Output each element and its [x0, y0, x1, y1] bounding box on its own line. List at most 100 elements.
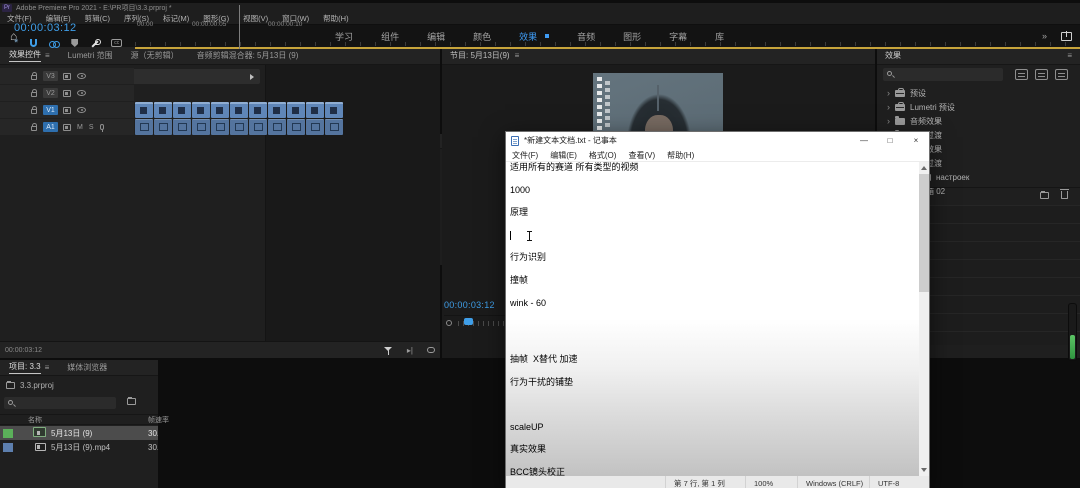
- sync-lock-icon[interactable]: [63, 106, 71, 114]
- audio-clip[interactable]: [268, 119, 286, 135]
- panel-tab[interactable]: 源（无剪辑）: [122, 47, 188, 64]
- track-target-badge[interactable]: V2: [43, 88, 58, 98]
- track-target-badge[interactable]: A1: [43, 122, 58, 132]
- new-custom-bin-icon[interactable]: [1040, 190, 1049, 199]
- notepad-icon: [511, 135, 519, 146]
- notepad-menu-item[interactable]: 编辑(E): [544, 150, 583, 161]
- panel-tab[interactable]: 效果控件 ≡: [0, 47, 59, 64]
- notepad-title-bar[interactable]: *新建文本文档.txt - 记事本 — □ ×: [506, 132, 929, 149]
- audio-clip[interactable]: [154, 119, 172, 135]
- timeline-ruler[interactable]: 00:00 00:00:00:05 00:00:00:10: [135, 18, 1080, 48]
- label-color-chip[interactable]: [3, 442, 13, 452]
- track-target-badge[interactable]: V3: [43, 71, 58, 81]
- play-in-to-out-icon[interactable]: ▸|: [407, 346, 413, 355]
- close-button[interactable]: ×: [903, 132, 929, 149]
- scroll-down-icon[interactable]: [921, 468, 927, 472]
- audio-clip[interactable]: [173, 119, 191, 135]
- video-clip[interactable]: [230, 102, 248, 118]
- audio-clip[interactable]: [211, 119, 229, 135]
- track-output-eye-icon[interactable]: [77, 90, 86, 96]
- linked-selection-icon[interactable]: [49, 40, 61, 48]
- timeline-settings-wrench-icon[interactable]: [90, 38, 102, 48]
- audio-clip[interactable]: [230, 119, 248, 135]
- panel-tab[interactable]: Lumetri 范围: [59, 47, 122, 64]
- panel-tab-label: 源（无剪辑）: [130, 51, 179, 60]
- new-bin-icon[interactable]: [127, 397, 136, 405]
- project-item-row[interactable]: 5月13日 (9) 30.0: [0, 426, 158, 440]
- status-encoding: UTF-8: [869, 476, 929, 488]
- panel-menu-icon[interactable]: ≡: [45, 51, 50, 60]
- lock-icon[interactable]: [31, 122, 37, 131]
- audio-clip[interactable]: [135, 119, 153, 135]
- video-clip[interactable]: [173, 102, 191, 118]
- sync-lock-icon[interactable]: [63, 72, 71, 80]
- video-clip[interactable]: [325, 102, 343, 118]
- notepad-menu-item[interactable]: 帮助(H): [661, 150, 700, 161]
- sync-lock-icon[interactable]: [63, 89, 71, 97]
- project-file-row[interactable]: 3.3.prproj: [6, 381, 54, 390]
- solo-button[interactable]: S: [89, 124, 94, 131]
- panel-tab[interactable]: 项目: 3.3 ≡: [0, 360, 58, 375]
- panel-menu-icon[interactable]: ≡: [1067, 51, 1072, 60]
- notepad-menu-item[interactable]: 文件(F): [506, 150, 544, 161]
- timeline-timecode[interactable]: 00:00:03:12: [14, 22, 77, 34]
- video-track-V2[interactable]: V2: [0, 85, 1080, 101]
- audio-clip[interactable]: [192, 119, 210, 135]
- video-track-V1[interactable]: V1: [0, 102, 1080, 118]
- panel-menu-icon[interactable]: ≡: [45, 363, 50, 372]
- column-name[interactable]: 名称: [0, 415, 42, 425]
- voiceover-mic-icon[interactable]: [99, 124, 104, 132]
- video-clip[interactable]: [249, 102, 267, 118]
- notepad-menu-item[interactable]: 格式(O): [583, 150, 623, 161]
- track-target-badge[interactable]: V1: [43, 105, 58, 115]
- menubar-item[interactable]: 剪辑(C): [78, 13, 117, 24]
- scrubber-playhead[interactable]: [464, 318, 473, 325]
- video-clip[interactable]: [135, 102, 153, 118]
- delete-icon[interactable]: [1060, 189, 1069, 199]
- loop-icon[interactable]: [427, 347, 435, 353]
- notepad-menu-item[interactable]: 查看(V): [622, 150, 661, 161]
- scrollbar-thumb[interactable]: [919, 174, 929, 292]
- captions-icon[interactable]: cc: [111, 39, 123, 47]
- notepad-text-area[interactable]: 适用所有的赛道 所有类型的视频 1000 原理 行为识别 撞帧 wink - 60 抽帧 X…: [506, 162, 919, 476]
- notepad-scrollbar[interactable]: [919, 162, 929, 476]
- zoom-knob-icon[interactable]: [446, 320, 452, 326]
- video-clip[interactable]: [211, 102, 229, 118]
- track-lane-V2[interactable]: [135, 85, 1080, 101]
- lock-icon[interactable]: [31, 71, 37, 80]
- lock-icon[interactable]: [31, 105, 37, 114]
- add-marker-icon[interactable]: [71, 39, 79, 47]
- track-lane-V3[interactable]: [135, 68, 1080, 84]
- sync-lock-icon[interactable]: [63, 123, 71, 131]
- minimize-button[interactable]: —: [851, 132, 877, 149]
- filter-icon[interactable]: [383, 346, 393, 355]
- audio-clip[interactable]: [287, 119, 305, 135]
- scroll-up-icon[interactable]: [921, 166, 927, 170]
- track-output-eye-icon[interactable]: [77, 107, 86, 113]
- label-color-chip[interactable]: [3, 428, 13, 438]
- column-frame-rate[interactable]: 帧速率: [148, 415, 169, 425]
- video-clip[interactable]: [287, 102, 305, 118]
- panel-tab[interactable]: 音频剪辑混合器: 5月13日 (9): [188, 47, 308, 64]
- mute-button[interactable]: M: [77, 124, 83, 131]
- panel-menu-icon[interactable]: ≡: [515, 51, 520, 60]
- video-clip[interactable]: [154, 102, 172, 118]
- timeline-playhead[interactable]: [239, 5, 240, 49]
- video-clip[interactable]: [268, 102, 286, 118]
- video-clip[interactable]: [192, 102, 210, 118]
- panel-tab[interactable]: 媒体浏览器: [58, 360, 116, 375]
- maximize-button[interactable]: □: [877, 132, 903, 149]
- audio-clip[interactable]: [325, 119, 343, 135]
- track-lane-V1[interactable]: [135, 102, 1080, 118]
- project-search-input[interactable]: [4, 397, 116, 409]
- track-output-eye-icon[interactable]: [77, 73, 86, 79]
- lock-icon[interactable]: [31, 88, 37, 97]
- snap-icon[interactable]: [30, 39, 38, 47]
- effect-controls-footer: 00:00:03:12 ▸|: [0, 341, 440, 358]
- project-item-row[interactable]: 5月13日 (9).mp4 30.0: [0, 440, 158, 454]
- audio-clip[interactable]: [249, 119, 267, 135]
- nest-insert-icon[interactable]: *: [14, 38, 18, 49]
- audio-clip[interactable]: [306, 119, 324, 135]
- video-clip[interactable]: [306, 102, 324, 118]
- video-track-V3[interactable]: V3: [0, 68, 1080, 84]
